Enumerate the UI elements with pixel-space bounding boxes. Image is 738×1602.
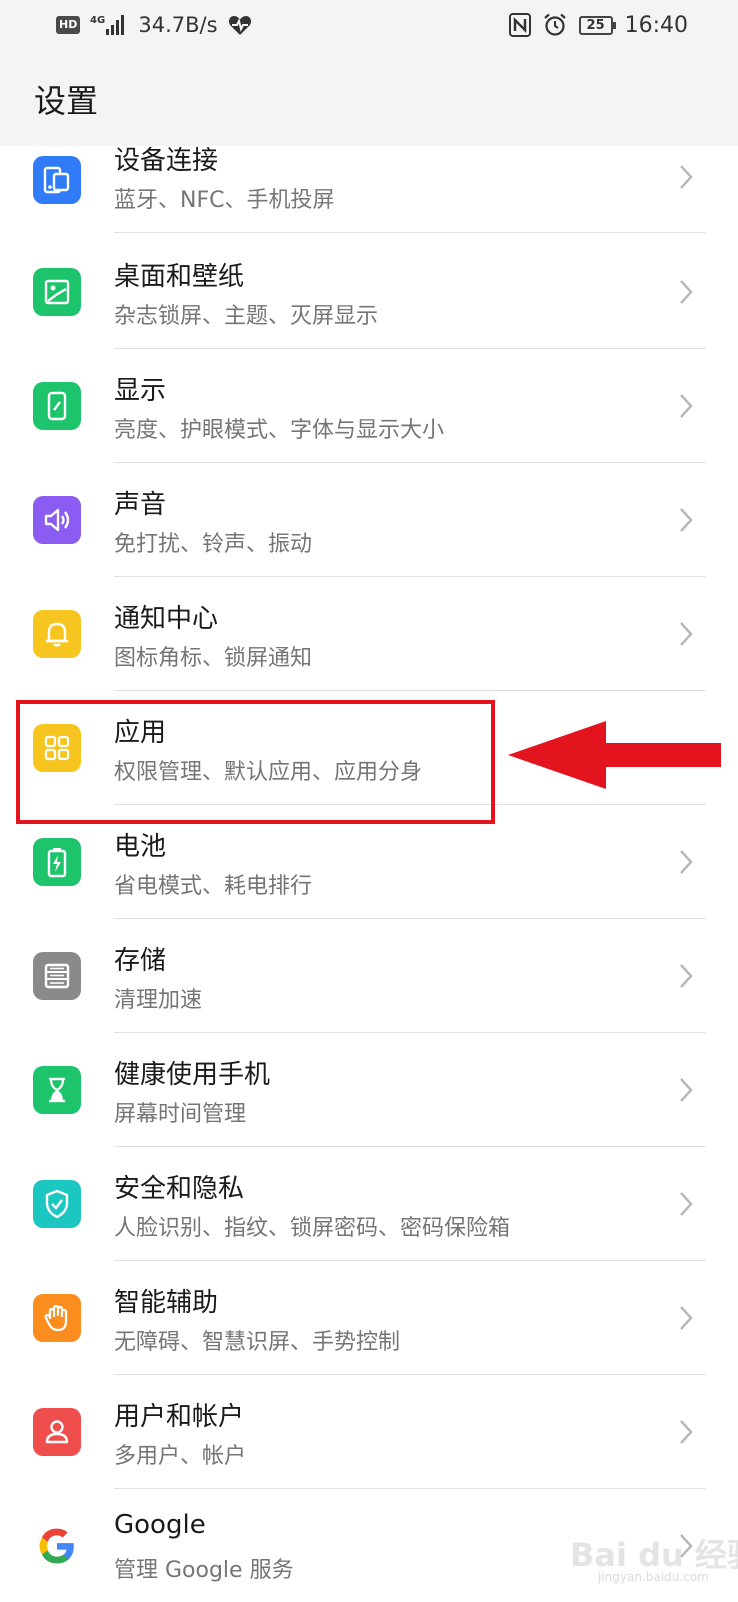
- settings-item-subtitle: 清理加速: [114, 988, 203, 1013]
- settings-item-title: Google: [114, 1510, 206, 1540]
- settings-item-security-privacy[interactable]: 安全和隐私 人脸识别、指纹、锁屏密码、密码保险箱: [0, 1146, 738, 1261]
- settings-item-title: 智能辅助: [114, 1288, 219, 1318]
- settings-item-subtitle: 多用户、帐户: [114, 1444, 247, 1469]
- chevron-right-icon: [680, 508, 693, 532]
- settings-item-digital-balance[interactable]: 健康使用手机 屏幕时间管理: [0, 1032, 738, 1147]
- nfc-icon: [508, 13, 531, 37]
- chevron-right-icon: [680, 850, 693, 874]
- settings-item-display[interactable]: 显示 亮度、护眼模式、字体与显示大小: [0, 348, 738, 463]
- settings-item-sound[interactable]: 声音 免打扰、铃声、振动: [0, 462, 738, 577]
- chevron-right-icon: [680, 1306, 693, 1330]
- settings-item-title: 通知中心: [114, 604, 219, 634]
- settings-item-subtitle: 亮度、护眼模式、字体与显示大小: [114, 418, 445, 443]
- settings-item-smart-assistance[interactable]: 智能辅助 无障碍、智慧识屏、手势控制: [0, 1260, 738, 1375]
- chevron-right-icon: [680, 1192, 693, 1216]
- page-title: 设置: [34, 82, 99, 120]
- hd-badge: HD: [56, 16, 81, 34]
- device-connection-icon: [33, 156, 81, 204]
- settings-item-storage[interactable]: 存储 清理加速: [0, 918, 738, 1033]
- settings-item-title: 用户和帐户: [114, 1402, 245, 1432]
- hand-icon: [33, 1294, 81, 1342]
- storage-icon: [33, 952, 81, 1000]
- battery-icon: 25: [578, 15, 616, 35]
- chevron-right-icon: [680, 1078, 693, 1102]
- chevron-right-icon: [680, 1420, 693, 1444]
- chevron-right-icon: [680, 280, 693, 304]
- watermark-url: jingyan.baidu.com: [598, 1570, 709, 1584]
- settings-item-title: 存储: [114, 946, 167, 976]
- clock: 16:40: [624, 12, 688, 38]
- settings-item-subtitle: 无障碍、智慧识屏、手势控制: [114, 1330, 401, 1355]
- settings-item-users-accounts[interactable]: 用户和帐户 多用户、帐户: [0, 1374, 738, 1489]
- settings-item-title: 声音: [114, 490, 167, 520]
- annotation-highlight-box: [16, 700, 495, 824]
- chevron-right-icon: [680, 394, 693, 418]
- settings-item-wallpaper[interactable]: 桌面和壁纸 杂志锁屏、主题、灭屏显示: [0, 234, 738, 349]
- google-icon: [33, 1522, 81, 1570]
- display-icon: [33, 382, 81, 430]
- hourglass-icon: [33, 1066, 81, 1114]
- user-icon: [33, 1408, 81, 1456]
- shield-icon: [33, 1180, 81, 1228]
- settings-item-notifications[interactable]: 通知中心 图标角标、锁屏通知: [0, 576, 738, 691]
- settings-item-subtitle: 管理 Google 服务: [114, 1558, 294, 1583]
- annotation-arrow-icon: [508, 721, 721, 789]
- alarm-icon: [543, 13, 566, 36]
- wallpaper-icon: [33, 268, 81, 316]
- settings-item-subtitle: 蓝牙、NFC、手机投屏: [114, 188, 335, 213]
- settings-item-subtitle: 屏幕时间管理: [114, 1102, 247, 1127]
- battery-charging-icon: [33, 838, 81, 886]
- sound-icon: [33, 496, 81, 544]
- settings-item-title: 设备连接: [114, 146, 219, 176]
- bell-icon: [33, 610, 81, 658]
- settings-item-subtitle: 免打扰、铃声、振动: [114, 532, 313, 557]
- divider: [114, 232, 706, 233]
- chevron-right-icon: [680, 622, 693, 646]
- svg-text:4G: 4G: [90, 15, 105, 26]
- settings-item-title: 桌面和壁纸: [114, 262, 245, 292]
- heartbeat-icon: [228, 16, 251, 35]
- chevron-right-icon: [680, 964, 693, 988]
- settings-item-subtitle: 省电模式、耗电排行: [114, 874, 313, 899]
- settings-item-subtitle: 人脸识别、指纹、锁屏密码、密码保险箱: [114, 1216, 511, 1241]
- network-speed: 34.7B/s: [138, 13, 218, 37]
- signal-icon: 4G: [90, 15, 125, 35]
- status-bar: HD 4G 34.7B/s 25 16:40: [0, 0, 738, 52]
- header: 设置: [0, 52, 738, 146]
- settings-item-subtitle: 杂志锁屏、主题、灭屏显示: [114, 304, 379, 329]
- chevron-right-icon: [680, 165, 693, 189]
- settings-item-title: 显示: [114, 376, 167, 406]
- settings-item-title: 安全和隐私: [114, 1174, 245, 1204]
- settings-item-title: 电池: [114, 832, 167, 862]
- settings-item-title: 健康使用手机: [114, 1060, 271, 1090]
- watermark: Bai du 经验 jingyan.baidu.com: [570, 1530, 738, 1590]
- settings-item-subtitle: 图标角标、锁屏通知: [114, 646, 313, 671]
